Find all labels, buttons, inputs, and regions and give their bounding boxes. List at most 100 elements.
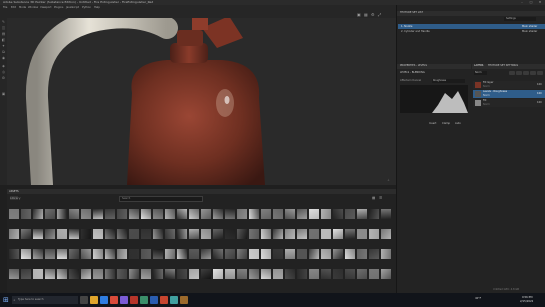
asset-thumbnail[interactable] bbox=[345, 209, 355, 219]
chrome-icon[interactable] bbox=[110, 296, 118, 304]
asset-thumbnail[interactable] bbox=[285, 209, 295, 219]
asset-thumbnail[interactable] bbox=[45, 229, 55, 239]
asset-thumbnail[interactable] bbox=[381, 269, 391, 279]
windows-start-icon[interactable]: ⊞ bbox=[3, 296, 9, 304]
asset-thumbnail[interactable] bbox=[177, 269, 187, 279]
asset-thumbnail[interactable] bbox=[237, 209, 247, 219]
asset-thumbnail[interactable] bbox=[45, 209, 55, 219]
maximize-icon[interactable]: ⤢ bbox=[378, 12, 381, 17]
asset-thumbnail[interactable] bbox=[261, 209, 271, 219]
asset-thumbnail[interactable] bbox=[33, 249, 43, 259]
app-icon[interactable] bbox=[170, 296, 178, 304]
asset-thumbnail[interactable] bbox=[309, 229, 319, 239]
asset-thumbnail[interactable] bbox=[165, 229, 175, 239]
asset-thumbnail[interactable] bbox=[261, 269, 271, 279]
material-picker-icon[interactable]: ◉ bbox=[1, 56, 6, 60]
asset-thumbnail[interactable] bbox=[273, 269, 283, 279]
asset-thumbnail[interactable] bbox=[57, 249, 67, 259]
asset-thumbnail[interactable] bbox=[153, 269, 163, 279]
edge-icon[interactable] bbox=[100, 296, 108, 304]
asset-thumbnail[interactable] bbox=[45, 249, 55, 259]
3d-viewport[interactable]: ⊥ bbox=[7, 18, 396, 185]
asset-thumbnail[interactable] bbox=[297, 229, 307, 239]
asset-thumbnail[interactable] bbox=[285, 249, 295, 259]
asset-thumbnail[interactable] bbox=[69, 209, 79, 219]
settings-icon[interactable]: ⚙ bbox=[371, 12, 375, 17]
asset-thumbnail[interactable] bbox=[45, 269, 55, 279]
delete-layer-icon[interactable] bbox=[537, 71, 543, 75]
asset-thumbnail[interactable] bbox=[273, 209, 283, 219]
add-mask-icon[interactable] bbox=[523, 71, 529, 75]
asset-thumbnail[interactable] bbox=[33, 269, 43, 279]
asset-thumbnail[interactable] bbox=[129, 249, 139, 259]
add-fill-icon[interactable] bbox=[516, 71, 522, 75]
asset-thumbnail[interactable] bbox=[201, 209, 211, 219]
asset-thumbnail[interactable] bbox=[237, 249, 247, 259]
asset-thumbnail[interactable] bbox=[117, 229, 127, 239]
weather-text[interactable]: 40°F bbox=[475, 297, 481, 300]
asset-thumbnail[interactable] bbox=[381, 209, 391, 219]
clone-tool-icon[interactable]: ⧉ bbox=[1, 50, 6, 54]
asset-thumbnail[interactable] bbox=[129, 209, 139, 219]
asset-thumbnail[interactable] bbox=[81, 249, 91, 259]
asset-thumbnail[interactable] bbox=[165, 209, 175, 219]
asset-thumbnail[interactable] bbox=[345, 269, 355, 279]
app-icon[interactable] bbox=[160, 296, 168, 304]
app-icon[interactable] bbox=[140, 296, 148, 304]
app-icon[interactable] bbox=[120, 296, 128, 304]
asset-thumbnail[interactable] bbox=[297, 269, 307, 279]
asset-thumbnail[interactable] bbox=[369, 229, 379, 239]
asset-thumbnail[interactable] bbox=[213, 269, 223, 279]
asset-thumbnail[interactable] bbox=[57, 229, 67, 239]
tab-texture-set-settings[interactable]: TEXTURE SET SETTINGS bbox=[488, 64, 518, 68]
asset-thumbnail[interactable] bbox=[9, 209, 19, 219]
asset-thumbnail[interactable] bbox=[105, 229, 115, 239]
asset-thumbnail[interactable] bbox=[93, 249, 103, 259]
asset-thumbnail[interactable] bbox=[93, 209, 103, 219]
asset-thumbnail[interactable] bbox=[117, 209, 127, 219]
asset-thumbnail[interactable] bbox=[141, 269, 151, 279]
asset-thumbnail[interactable] bbox=[105, 249, 115, 259]
asset-thumbnail[interactable] bbox=[57, 209, 67, 219]
smudge-tool-icon[interactable]: ✦ bbox=[1, 44, 6, 48]
asset-thumbnail[interactable] bbox=[321, 269, 331, 279]
asset-thumbnail[interactable] bbox=[165, 249, 175, 259]
asset-thumbnail[interactable] bbox=[357, 249, 367, 259]
asset-thumbnail[interactable] bbox=[249, 249, 259, 259]
asset-thumbnail[interactable] bbox=[225, 229, 235, 239]
asset-thumbnail[interactable] bbox=[153, 249, 163, 259]
render-icon[interactable]: ▣ bbox=[1, 92, 6, 96]
asset-thumbnail[interactable] bbox=[225, 249, 235, 259]
layer-row[interactable]: Fill Norm 100 bbox=[473, 99, 545, 107]
asset-thumbnail[interactable] bbox=[189, 209, 199, 219]
asset-thumbnail[interactable] bbox=[249, 229, 259, 239]
asset-thumbnail[interactable] bbox=[297, 209, 307, 219]
asset-thumbnail[interactable] bbox=[69, 269, 79, 279]
asset-thumbnail[interactable] bbox=[69, 249, 79, 259]
bake-tool-icon[interactable]: ◈ bbox=[1, 64, 6, 68]
asset-thumbnail[interactable] bbox=[129, 229, 139, 239]
asset-thumbnail[interactable] bbox=[381, 229, 391, 239]
layer-row-selected[interactable]: Levels - Roughness Norm 100 bbox=[473, 90, 545, 98]
asset-thumbnail[interactable] bbox=[189, 249, 199, 259]
assets-filter[interactable]: Library bbox=[10, 196, 21, 200]
layer-row[interactable]: Fill layer Norm 100 bbox=[473, 81, 545, 89]
asset-thumbnail[interactable] bbox=[93, 269, 103, 279]
taskbar-search[interactable]: ⌕ Type here to search bbox=[12, 296, 78, 304]
asset-thumbnail[interactable] bbox=[249, 209, 259, 219]
texture-set-settings[interactable]: Settings bbox=[504, 17, 536, 21]
asset-thumbnail[interactable] bbox=[9, 269, 19, 279]
grid-icon[interactable]: ▦ bbox=[364, 12, 368, 17]
asset-thumbnail[interactable] bbox=[177, 229, 187, 239]
asset-thumbnail[interactable] bbox=[249, 269, 259, 279]
asset-thumbnail[interactable] bbox=[261, 249, 271, 259]
asset-thumbnail[interactable] bbox=[141, 209, 151, 219]
asset-thumbnail[interactable] bbox=[309, 209, 319, 219]
asset-thumbnail[interactable] bbox=[129, 269, 139, 279]
asset-thumbnail[interactable] bbox=[285, 269, 295, 279]
asset-thumbnail[interactable] bbox=[21, 249, 31, 259]
asset-thumbnail[interactable] bbox=[333, 269, 343, 279]
tab-layers[interactable]: LAYERS bbox=[474, 64, 483, 68]
asset-thumbnail[interactable] bbox=[321, 209, 331, 219]
camera-icon[interactable]: ▣ bbox=[357, 12, 361, 17]
